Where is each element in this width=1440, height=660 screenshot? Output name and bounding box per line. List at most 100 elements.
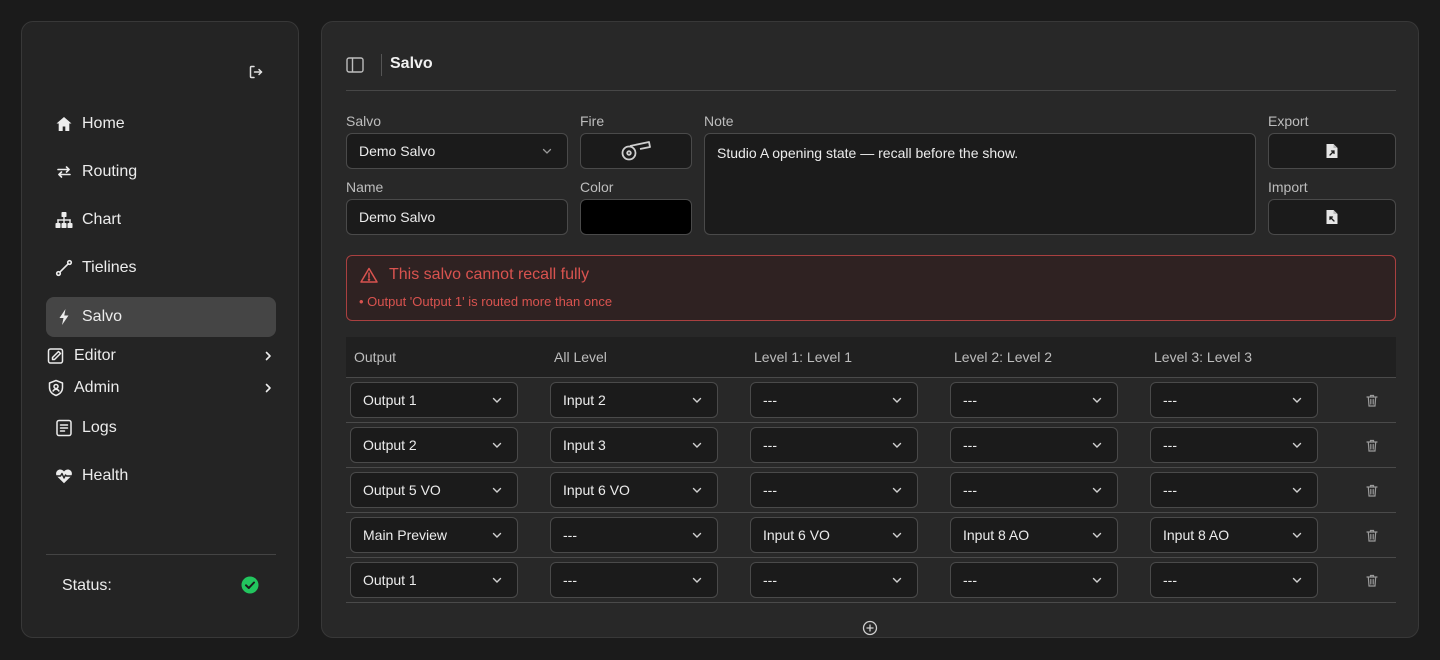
trash-icon[interactable]: [1364, 437, 1380, 453]
select-value: ---: [763, 437, 777, 453]
select-value: ---: [1163, 437, 1177, 453]
select-value: Main Preview: [363, 527, 448, 543]
level-2-select[interactable]: ---: [950, 427, 1118, 463]
sidebar-toggle-icon[interactable]: [346, 56, 364, 74]
chevron-down-icon: [491, 394, 503, 406]
export-button[interactable]: [1268, 133, 1396, 169]
chevron-down-icon: [541, 145, 553, 157]
chevron-right-icon: [262, 350, 274, 362]
note-text: Studio A opening state — recall before t…: [717, 145, 1019, 161]
select-value: ---: [763, 572, 777, 588]
trash-icon[interactable]: [1364, 527, 1380, 543]
level-3-select[interactable]: ---: [1150, 382, 1318, 418]
all-level-select[interactable]: Input 2: [550, 382, 718, 418]
sidebar-item-label: Home: [82, 115, 125, 132]
name-input[interactable]: Demo Salvo: [346, 199, 568, 235]
select-value: ---: [763, 482, 777, 498]
output-select[interactable]: Main Preview: [350, 517, 518, 553]
name-input-value: Demo Salvo: [359, 209, 436, 225]
level-2-select[interactable]: ---: [950, 382, 1118, 418]
level-1-select[interactable]: ---: [750, 382, 918, 418]
main-panel: Salvo Salvo Fire Note Export Demo Salvo …: [321, 21, 1419, 638]
level-3-select[interactable]: ---: [1150, 427, 1318, 463]
select-value: Input 6 VO: [563, 482, 630, 498]
output-select[interactable]: Output 1: [350, 562, 518, 598]
sidebar-item-label: Chart: [82, 211, 122, 228]
all-level-select[interactable]: Input 6 VO: [550, 472, 718, 508]
level-1-select[interactable]: ---: [750, 472, 918, 508]
sidebar-item-label: Routing: [82, 163, 138, 180]
chevron-right-icon: [262, 382, 274, 394]
chevron-down-icon: [1091, 484, 1103, 496]
chevron-down-icon: [691, 394, 703, 406]
all-level-select[interactable]: ---: [550, 562, 718, 598]
sidebar-item-admin[interactable]: Admin: [46, 368, 276, 408]
salvo-select-value: Demo Salvo: [359, 143, 436, 159]
level-3-select[interactable]: Input 8 AO: [1150, 517, 1318, 553]
sidebar-item-label: Admin: [74, 379, 120, 396]
output-select[interactable]: Output 1: [350, 382, 518, 418]
select-value: ---: [1163, 482, 1177, 498]
column-header-level-1: Level 1: Level 1: [754, 349, 853, 365]
salvo-select[interactable]: Demo Salvo: [346, 133, 568, 169]
chevron-down-icon: [1291, 439, 1303, 451]
shield-user-icon: [46, 378, 66, 398]
edit-icon: [46, 346, 66, 366]
fire-button[interactable]: [580, 133, 692, 169]
column-header-output: Output: [354, 349, 397, 365]
output-select[interactable]: Output 2: [350, 427, 518, 463]
level-2-select[interactable]: ---: [950, 562, 1118, 598]
column-header-level-3: Level 3: Level 3: [1154, 349, 1253, 365]
level-1-select[interactable]: ---: [750, 562, 918, 598]
trash-icon[interactable]: [1364, 392, 1380, 408]
note-textarea[interactable]: Studio A opening state — recall before t…: [704, 133, 1256, 235]
table-row: Output 1 Input 2 --- --- ---: [346, 378, 1396, 423]
lightning-icon: [54, 307, 74, 327]
file-export-icon: [1325, 143, 1339, 159]
sidebar-item-routing[interactable]: Routing: [46, 152, 276, 192]
import-button[interactable]: [1268, 199, 1396, 235]
header-divider: [346, 90, 1396, 91]
sidebar-item-health[interactable]: Health: [46, 456, 276, 496]
select-value: ---: [1163, 392, 1177, 408]
chevron-down-icon: [1091, 439, 1103, 451]
chevron-down-icon: [891, 529, 903, 541]
sidebar-item-tielines[interactable]: Tielines: [46, 248, 276, 288]
sidebar-item-chart[interactable]: Chart: [46, 200, 276, 240]
color-picker[interactable]: [580, 199, 692, 235]
trash-icon[interactable]: [1364, 482, 1380, 498]
select-value: Output 5 VO: [363, 482, 441, 498]
sidebar-item-salvo[interactable]: Salvo: [46, 297, 276, 337]
page-title: Salvo: [390, 55, 433, 72]
table-header: Output All Level Level 1: Level 1 Level …: [346, 337, 1396, 378]
sidebar-item-logs[interactable]: Logs: [46, 408, 276, 448]
select-value: ---: [963, 572, 977, 588]
sidebar-item-label: Editor: [74, 347, 116, 364]
alert-item-text: Output 'Output 1' is routed more than on…: [367, 294, 613, 309]
level-2-select[interactable]: ---: [950, 472, 1118, 508]
level-1-select[interactable]: Input 6 VO: [750, 517, 918, 553]
alert-title: This salvo cannot recall fully: [389, 266, 590, 283]
add-row-icon[interactable]: [862, 620, 878, 636]
logout-icon[interactable]: [246, 62, 266, 82]
level-3-select[interactable]: ---: [1150, 472, 1318, 508]
all-level-select[interactable]: Input 3: [550, 427, 718, 463]
trash-icon[interactable]: [1364, 572, 1380, 588]
chevron-down-icon: [891, 574, 903, 586]
recall-warning-alert: This salvo cannot recall fully • Output …: [346, 255, 1396, 321]
chevron-down-icon: [1291, 529, 1303, 541]
select-value: Input 6 VO: [763, 527, 830, 543]
routing-arrows-icon: [54, 162, 74, 182]
column-header-level-2: Level 2: Level 2: [954, 349, 1053, 365]
alert-list-item: • Output 'Output 1' is routed more than …: [359, 294, 613, 309]
level-2-select[interactable]: Input 8 AO: [950, 517, 1118, 553]
chevron-down-icon: [1091, 394, 1103, 406]
level-3-select[interactable]: ---: [1150, 562, 1318, 598]
sidebar: Home Routing Chart Tielines Salvo Editor…: [21, 21, 299, 638]
all-level-select[interactable]: ---: [550, 517, 718, 553]
chevron-down-icon: [491, 484, 503, 496]
status-ok-icon: [241, 576, 259, 599]
sidebar-item-home[interactable]: Home: [46, 104, 276, 144]
level-1-select[interactable]: ---: [750, 427, 918, 463]
output-select[interactable]: Output 5 VO: [350, 472, 518, 508]
